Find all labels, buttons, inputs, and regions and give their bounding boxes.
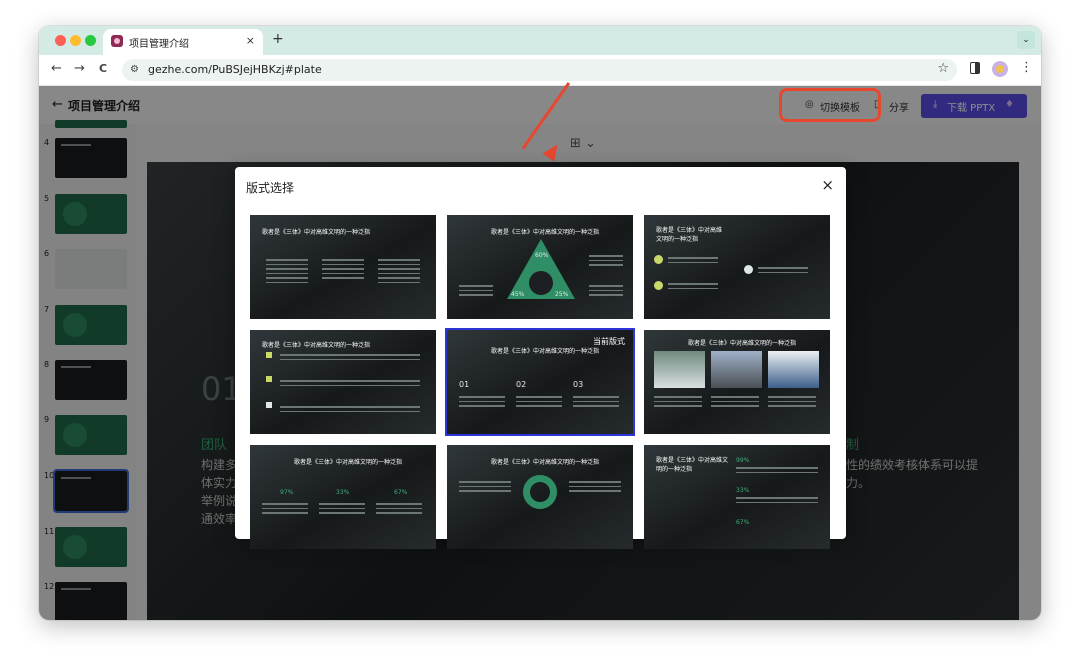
tab-title: 项目管理介绍: [129, 39, 189, 50]
favicon-icon: [111, 35, 123, 47]
card-title: 歌者是《三体》中对高维文明的一种泛指: [294, 459, 403, 466]
layout-picker-modal: 版式选择 × 歌者是《三体》中对高维文明的一种泛指 歌者是《三体》中对高维文明的…: [235, 167, 846, 549]
percent-label: 67%: [394, 489, 408, 496]
text-lines: [266, 259, 308, 286]
text-lines: [668, 257, 718, 266]
layout-option[interactable]: 歌者是《三体》中对高维文明的一种泛指 60% 45% 25%: [447, 215, 633, 319]
card-title: 歌者是《三体》中对高维: [656, 227, 723, 234]
card-title: 文明的一种泛指: [656, 236, 699, 243]
text-lines: [758, 267, 808, 276]
bullet-icon: [744, 265, 753, 274]
cycle-diagram: [523, 475, 557, 509]
address-bar: ← → C ⚙ gezhe.com/PuBSJejHBKzj#plate ☆ ⋮: [39, 55, 1041, 86]
text-lines: [569, 481, 621, 495]
tab-search-button[interactable]: ⌄: [1017, 31, 1035, 49]
text-lines: [459, 396, 505, 410]
close-window-button[interactable]: [55, 35, 66, 46]
url-field[interactable]: ⚙ gezhe.com/PuBSJejHBKzj#plate ☆: [122, 59, 957, 81]
percent-label: 25%: [555, 291, 569, 298]
layout-option[interactable]: 歌者是《三体》中对高维文明的一种泛指: [250, 215, 436, 319]
text-lines: [262, 503, 308, 517]
card-title: 歌者是《三体》中对高维文明的一种泛指: [491, 348, 600, 355]
maximize-window-button[interactable]: [85, 35, 96, 46]
layout-option[interactable]: 歌者是《三体》中对高维文明的一种泛指: [250, 330, 436, 434]
bullet-icon: [654, 281, 663, 290]
bullet-icon: [654, 255, 663, 264]
step-number: 03: [573, 380, 584, 389]
step-number: 01: [459, 380, 470, 389]
url-text: gezhe.com/PuBSJejHBKzj#plate: [148, 63, 322, 76]
text-lines: [376, 503, 422, 517]
text-lines: [516, 396, 562, 410]
photo-thumbnail: [711, 351, 762, 388]
bullet-icon: [266, 402, 272, 408]
layout-option-current[interactable]: 当前版式 歌者是《三体》中对高维文明的一种泛指 01 02 03: [445, 328, 635, 436]
card-title: 明的一种泛指: [656, 466, 693, 473]
new-tab-button[interactable]: +: [272, 31, 284, 47]
text-lines: [736, 497, 818, 506]
layout-option[interactable]: 歌者是《三体》中对高维文 明的一种泛指 99% 33% 67%: [644, 445, 830, 549]
percent-label: 33%: [336, 489, 350, 496]
side-panel-icon[interactable]: [970, 62, 980, 74]
layout-option[interactable]: 歌者是《三体》中对高维文明的一种泛指 97% 33% 67%: [250, 445, 436, 549]
percent-label: 60%: [535, 252, 549, 259]
bullet-icon: [266, 376, 272, 382]
bullet-icon: [266, 352, 272, 358]
photo-thumbnail: [654, 351, 705, 388]
text-lines: [654, 396, 702, 410]
percent-label: 99%: [736, 457, 750, 464]
layout-option[interactable]: 歌者是《三体》中对高维文明的一种泛指: [644, 330, 830, 434]
card-title: 歌者是《三体》中对高维文明的一种泛指: [262, 342, 371, 349]
browser-menu-icon[interactable]: ⋮: [1020, 60, 1033, 75]
percent-label: 33%: [736, 487, 750, 494]
card-title: 歌者是《三体》中对高维文: [656, 457, 729, 464]
back-button[interactable]: ←: [51, 61, 62, 76]
text-lines: [589, 285, 623, 299]
bookmark-star-icon[interactable]: ☆: [937, 61, 949, 76]
triangle-hole: [529, 271, 553, 295]
layout-option[interactable]: 歌者是《三体》中对高维文明的一种泛指: [447, 445, 633, 549]
site-info-icon[interactable]: ⚙: [130, 64, 139, 75]
modal-close-icon[interactable]: ×: [821, 176, 834, 194]
text-lines: [459, 481, 511, 495]
step-number: 02: [516, 380, 527, 389]
layout-option[interactable]: 歌者是《三体》中对高维 文明的一种泛指: [644, 215, 830, 319]
text-lines: [280, 406, 420, 415]
text-lines: [711, 396, 759, 410]
text-lines: [280, 354, 420, 363]
text-lines: [736, 467, 818, 476]
profile-avatar[interactable]: [992, 61, 1008, 77]
text-lines: [280, 380, 420, 389]
text-lines: [573, 396, 619, 410]
forward-button[interactable]: →: [74, 61, 85, 76]
minimize-window-button[interactable]: [70, 35, 81, 46]
text-lines: [459, 285, 493, 299]
tab-close-icon[interactable]: ×: [246, 34, 255, 47]
percent-label: 67%: [736, 519, 750, 526]
card-title: 歌者是《三体》中对高维文明的一种泛指: [688, 340, 797, 347]
percent-label: 97%: [280, 489, 294, 496]
text-lines: [319, 503, 365, 517]
reload-button[interactable]: C: [99, 62, 107, 75]
browser-tab[interactable]: 项目管理介绍 ×: [103, 29, 263, 55]
text-lines: [589, 255, 623, 269]
card-title: 歌者是《三体》中对高维文明的一种泛指: [491, 459, 600, 466]
percent-label: 45%: [511, 291, 525, 298]
text-lines: [378, 259, 420, 286]
modal-title: 版式选择: [246, 181, 295, 195]
card-title: 歌者是《三体》中对高维文明的一种泛指: [491, 229, 600, 236]
text-lines: [322, 259, 364, 282]
text-lines: [668, 283, 718, 292]
annotation-highlight-box: [779, 88, 881, 122]
tab-bar: 项目管理介绍 × + ⌄: [39, 26, 1041, 55]
photo-thumbnail: [768, 351, 819, 388]
text-lines: [768, 396, 816, 410]
card-title: 歌者是《三体》中对高维文明的一种泛指: [262, 229, 371, 236]
